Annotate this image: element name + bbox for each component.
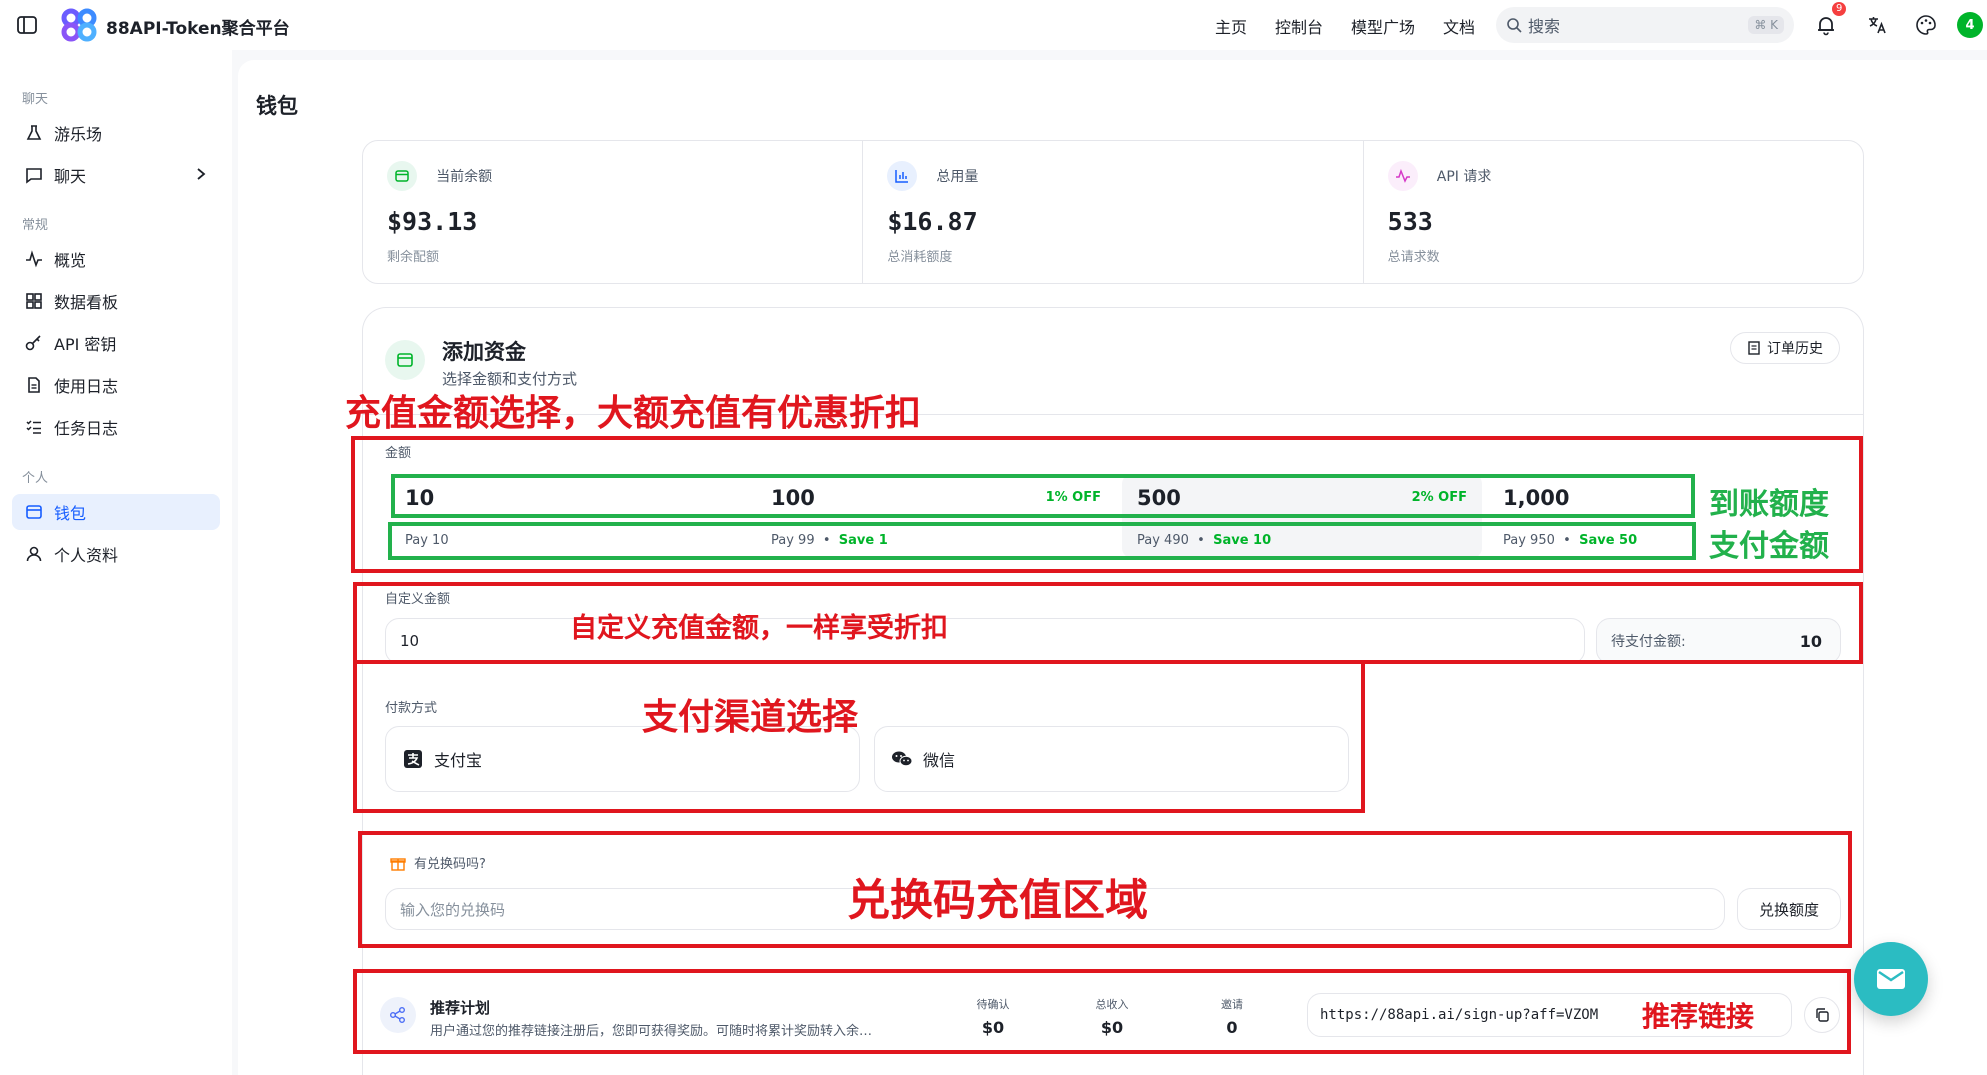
nav-home[interactable]: 主页	[1215, 14, 1247, 38]
sidebar-item-label: 概览	[54, 251, 87, 270]
stat-value: $16.87	[887, 207, 978, 236]
avatar[interactable]: 4	[1957, 12, 1983, 38]
sidebar-section-chat: 聊天	[22, 92, 49, 107]
order-history-button[interactable]: 订单历史	[1730, 332, 1840, 364]
stats-card: 当前余额 $93.13 剩余配额 总用量 $16.87 总消耗额度 API 请求…	[362, 140, 1864, 284]
nav-console[interactable]: 控制台	[1275, 14, 1323, 38]
stat-label: 当前余额	[436, 169, 493, 185]
add-funds-title: 添加资金	[442, 340, 526, 364]
annotation-box-referral	[353, 969, 1851, 1054]
wallet-icon	[387, 161, 417, 191]
bar-chart-icon	[887, 161, 918, 191]
stat-label: API 请求	[1436, 169, 1492, 185]
chat-icon	[24, 165, 44, 185]
sidebar-item-label: 钱包	[54, 504, 87, 523]
stat-sub: 总请求数	[1387, 250, 1440, 265]
receipt-icon	[1748, 341, 1760, 355]
top-nav: 主页 控制台 模型广场 文档	[1215, 14, 1475, 38]
flask-icon	[24, 123, 44, 143]
sidebar-item-dashboard[interactable]: 数据看板	[12, 283, 220, 319]
sidebar-item-profile[interactable]: 个人资料	[12, 536, 220, 572]
annotation-box-payment	[353, 660, 1365, 813]
wallet-icon	[385, 340, 425, 380]
annotation-box-credited	[391, 474, 1695, 518]
sidebar-item-label: 使用日志	[54, 377, 119, 396]
stat-balance: 当前余额 $93.13 剩余配额	[363, 141, 864, 283]
stat-sub: 总消耗额度	[887, 250, 953, 265]
dashboard-icon	[24, 291, 44, 311]
user-icon	[24, 544, 44, 564]
sidebar-item-overview[interactable]: 概览	[12, 241, 220, 277]
search-placeholder: 搜索	[1528, 17, 1561, 36]
search-icon	[1507, 18, 1522, 33]
search-shortcut: ⌘ K	[1748, 16, 1784, 34]
sidebar-item-label: 个人资料	[54, 546, 119, 565]
sidebar-item-label: API 密钥	[54, 335, 117, 354]
order-history-label: 订单历史	[1767, 341, 1823, 357]
list-icon	[24, 417, 44, 437]
sidebar-item-label: 数据看板	[54, 293, 119, 312]
brand-logo-icon[interactable]	[60, 8, 100, 42]
top-header: 88API-Token聚合平台 主页 控制台 模型广场 文档 搜索 ⌘ K 9 …	[0, 0, 1987, 50]
annotation-referral: 推荐链接	[1642, 1000, 1755, 1033]
annotation-payment: 支付渠道选择	[642, 697, 859, 738]
sidebar-item-task-logs[interactable]: 任务日志	[12, 409, 220, 445]
sidebar-item-api-keys[interactable]: API 密钥	[12, 325, 220, 361]
wallet-icon	[24, 502, 44, 522]
chevron-right-icon	[194, 166, 208, 186]
translate-icon[interactable]	[1864, 12, 1890, 38]
page-title: 钱包	[256, 94, 298, 118]
notification-badge: 9	[1832, 2, 1847, 16]
sidebar-item-label: 任务日志	[54, 419, 119, 438]
stat-value: $93.13	[387, 207, 478, 236]
annotation-custom: 自定义充值金额，一样享受折扣	[570, 613, 948, 644]
sidebar-item-label: 游乐场	[54, 125, 103, 144]
sidebar-item-playground[interactable]: 游乐场	[12, 115, 220, 151]
key-icon	[24, 333, 44, 353]
annotation-redeem: 兑换码充值区域	[847, 876, 1148, 926]
palette-icon[interactable]	[1913, 12, 1939, 38]
annotation-amount: 充值金额选择，大额充值有优惠折扣	[345, 393, 922, 434]
stat-requests: API 请求 533 总请求数	[1364, 141, 1863, 283]
sidebar-toggle-icon[interactable]	[16, 14, 38, 36]
mail-icon[interactable]	[1854, 942, 1928, 1016]
activity-icon	[24, 249, 44, 269]
sidebar-section-general: 常规	[22, 218, 49, 233]
sidebar-item-label: 聊天	[54, 167, 87, 186]
brand-name[interactable]: 88API-Token聚合平台	[106, 14, 290, 39]
annotation-paid: 支付金额	[1709, 529, 1829, 564]
sidebar-item-wallet[interactable]: 钱包	[12, 494, 220, 530]
stat-usage: 总用量 $16.87 总消耗额度	[863, 141, 1364, 283]
file-icon	[24, 375, 44, 395]
annotation-credited: 到账额度	[1709, 487, 1829, 522]
search-input[interactable]: 搜索 ⌘ K	[1496, 7, 1794, 43]
stat-value: 533	[1387, 207, 1433, 236]
nav-docs[interactable]: 文档	[1443, 14, 1475, 38]
annotation-box-paid	[388, 522, 1696, 560]
pulse-icon	[1387, 161, 1418, 191]
bell-icon[interactable]	[1813, 12, 1839, 38]
sidebar-item-usage-logs[interactable]: 使用日志	[12, 367, 220, 403]
sidebar-item-chat[interactable]: 聊天	[12, 157, 220, 193]
sidebar-section-personal: 个人	[22, 471, 49, 486]
nav-models[interactable]: 模型广场	[1351, 14, 1415, 38]
stat-sub: 剩余配额	[387, 250, 440, 265]
stat-label: 总用量	[936, 169, 979, 185]
